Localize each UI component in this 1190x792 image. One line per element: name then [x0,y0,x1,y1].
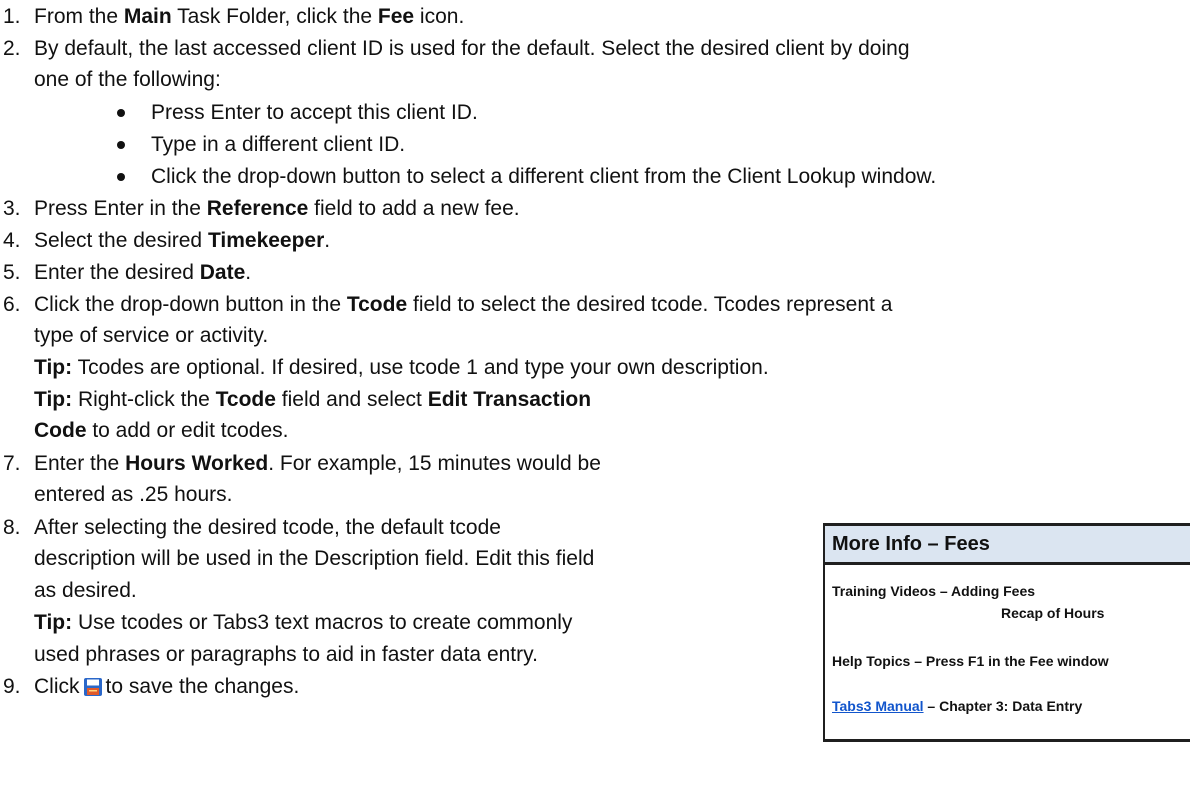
step-7-line-1-seg-0: Enter the [34,452,126,475]
step-1-text-seg-0: From the [34,5,124,28]
step-number-3: 3. [3,197,21,220]
step-4-text-seg-1: Timekeeper [207,229,325,252]
document: 1. From the Main Task Folder, click the F… [0,0,1190,792]
manual-chapter-text: – Chapter 3: Data Entry [923,698,1083,714]
step-5-text-seg-0: Enter the desired [34,261,200,284]
step-6-line-1-seg-0: Click the drop-down button in the [34,293,347,316]
step-9-before: Click [34,675,80,698]
step-6-tip-2-seg-2: Tcode [215,388,276,411]
bullet-1 [117,109,125,117]
step-6-tip-2-cont-seg-0: Code [34,419,87,442]
more-info-title: More Info – Fees [832,533,990,555]
step-7-line-1: Enter the Hours Worked. For example, 15 … [34,450,601,478]
step-3-text-seg-0: Press Enter in the [34,197,207,220]
bullet-2 [117,141,125,149]
step-5-text-seg-2: . [245,261,252,284]
step-8-tip-2: used phrases or paragraphs to aid in fas… [34,643,538,666]
step-8-line-1: After selecting the desired tcode, the d… [34,516,501,539]
step-1-text-seg-4: icon. [414,5,465,28]
step-3-text: Press Enter in the Reference field to ad… [34,195,520,223]
step-9-text: Click to save the changes. [34,673,299,701]
step-number-5: 5. [3,261,21,284]
step-6-line-1-seg-1: Tcode [346,293,408,316]
step-5-text: Enter the desired Date. [34,259,251,287]
step-number-4: 4. [3,229,21,252]
step-8-tip-1-seg-1: Use tcodes or Tabs3 text macros to creat… [72,611,573,634]
step-1-text-seg-1: Main [123,5,172,28]
step-2-bullet-2: Type in a different client ID. [151,133,406,156]
step-2-line-2: one of the following: [34,68,221,91]
step-8-line-2: description will be used in the Descript… [34,547,595,570]
step-number-1: 1. [3,5,21,28]
step-7-line-1-seg-1: Hours Worked [125,452,269,475]
step-5-text-seg-1: Date [199,261,246,284]
step-6-tip-1: Tip: Tcodes are optional. If desired, us… [34,354,769,382]
step-6-tip-2-seg-0: Tip: [34,388,73,411]
step-8-tip-1-seg-0: Tip: [34,611,73,634]
step-2-bullet-1: Press Enter to accept this client ID. [151,101,478,124]
step-4-text: Select the desired Timekeeper. [34,227,330,255]
step-6-tip-1-seg-1: Tcodes are optional. If desired, use tco… [72,356,769,379]
more-info-header: More Info – Fees [825,523,1190,565]
step-6-tip-2-cont: Code to add or edit tcodes. [34,417,288,445]
step-6-line-1: Click the drop-down button in the Tcode … [34,291,892,319]
step-6-tip-2-cont-seg-1: to add or edit tcodes. [86,419,289,442]
step-6-tip-2: Tip: Right-click the Tcode field and sel… [34,386,591,414]
step-2-line-1: By default, the last accessed client ID … [34,37,910,60]
more-info-box: More Info – Fees Training Videos – Addin… [823,523,1190,742]
bullet-3 [117,173,125,181]
step-6-line-2: type of service or activity. [34,324,269,347]
step-4-text-seg-0: Select the desired [34,229,208,252]
step-2-bullet-3: Click the drop-down button to select a d… [151,165,937,188]
recap-of-hours-line: Recap of Hours [1001,605,1105,621]
manual-line: Tabs3 Manual – Chapter 3: Data Entry [832,692,1082,720]
step-3-text-seg-2: field to add a new fee. [308,197,520,220]
step-1-text: From the Main Task Folder, click the Fee… [34,3,464,31]
step-number-7: 7. [3,452,21,475]
help-topics-line: Help Topics – Press F1 in the Fee window [832,653,1109,669]
step-number-2: 2. [3,37,21,60]
step-number-8: 8. [3,516,21,539]
step-7-line-1-seg-2: . For example, 15 minutes would be [268,452,601,475]
save-icon [83,676,102,696]
step-8-line-3: as desired. [34,579,137,602]
step-7-line-2: entered as .25 hours. [34,483,233,506]
step-1-text-seg-2: Task Folder, click the [171,5,378,28]
step-number-9: 9. [3,675,21,698]
step-9-after: to save the changes. [105,675,300,698]
step-6-tip-2-seg-1: Right-click the [72,388,216,411]
step-8-tip-1: Tip: Use tcodes or Tabs3 text macros to … [34,609,572,637]
step-6-tip-1-seg-0: Tip: [34,356,73,379]
step-6-line-1-seg-2: field to select the desired tcode. Tcode… [407,293,893,316]
step-4-text-seg-2: . [324,229,331,252]
step-6-tip-2-seg-4: Edit Transaction [427,388,592,411]
step-6-tip-2-seg-3: field and select [275,388,428,411]
step-number-6: 6. [3,293,21,316]
step-1-text-seg-3: Fee [377,5,415,28]
step-3-text-seg-1: Reference [206,197,309,220]
tabs3-manual-link[interactable]: Tabs3 Manual [832,698,924,714]
